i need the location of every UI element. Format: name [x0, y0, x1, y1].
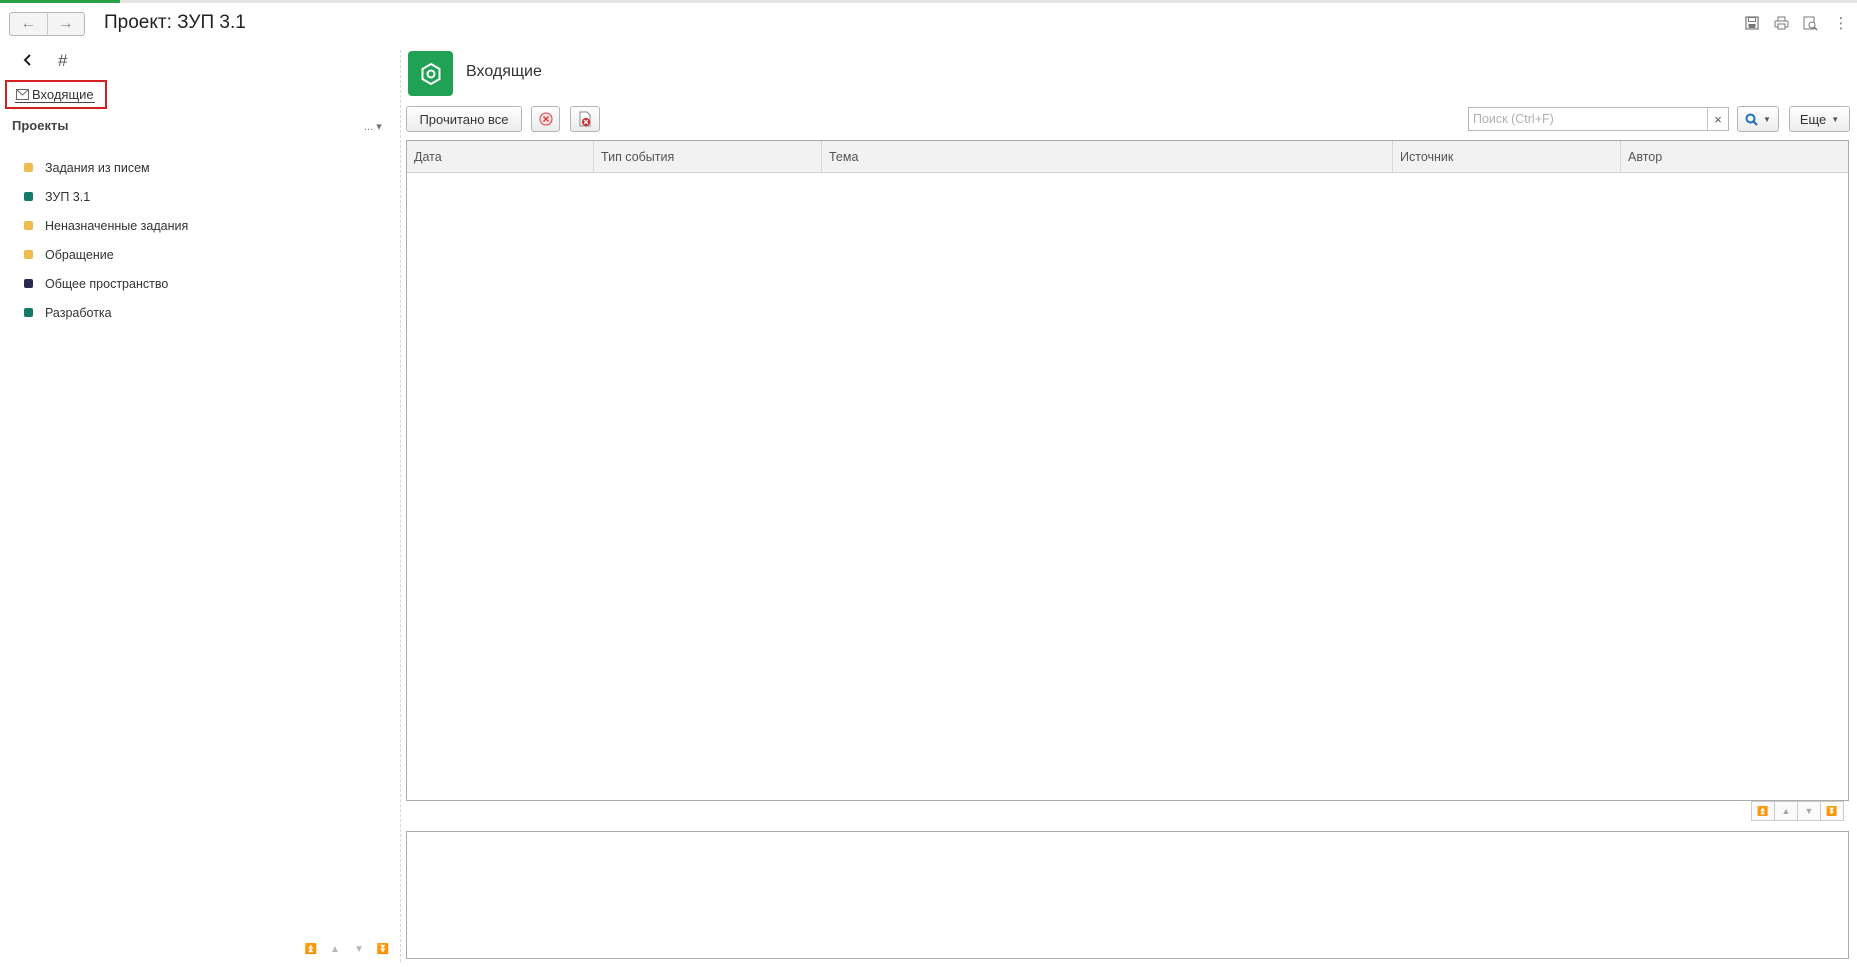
project-item[interactable]: Общее пространство: [24, 269, 188, 298]
active-tab-indicator: [0, 0, 120, 3]
search-icon: [1745, 113, 1758, 126]
hash-icon[interactable]: #: [58, 51, 67, 71]
projects-list: Задания из писем ЗУП 3.1 Неназначенные з…: [24, 153, 188, 327]
column-header-author[interactable]: Автор: [1621, 141, 1848, 172]
print-icon[interactable]: [1772, 14, 1790, 32]
more-button-label: Еще: [1799, 111, 1827, 127]
inbox-link-content: Входящие: [15, 87, 95, 103]
arrow-left-icon: ←: [20, 15, 37, 32]
column-header-subject[interactable]: Тема: [822, 141, 1393, 172]
section-icon: [408, 51, 453, 96]
window-top-strip: [0, 0, 1857, 3]
scroll-last-icon[interactable]: ⏬: [372, 940, 394, 958]
project-color-marker: [24, 250, 33, 259]
delete-document-button[interactable]: [570, 106, 600, 132]
table-up-icon[interactable]: ▲: [1774, 801, 1798, 821]
preview-icon[interactable]: [1801, 14, 1819, 32]
envelope-icon: [16, 88, 29, 100]
scroll-up-icon[interactable]: ▲: [324, 940, 346, 958]
delete-button[interactable]: [531, 106, 560, 132]
inbox-link[interactable]: Входящие: [5, 80, 107, 109]
scroll-first-icon[interactable]: ⏫: [300, 940, 322, 958]
project-color-marker: [24, 308, 33, 317]
clear-search-button[interactable]: ×: [1707, 108, 1728, 130]
project-label: Обращение: [45, 247, 114, 262]
column-header-date[interactable]: Дата: [407, 141, 594, 172]
table-first-icon[interactable]: ⏫: [1751, 801, 1775, 821]
project-label: Общее пространство: [45, 276, 169, 291]
search-button[interactable]: ▼: [1737, 106, 1779, 132]
project-label: Неназначенные задания: [45, 218, 189, 233]
project-item[interactable]: ЗУП 3.1: [24, 182, 188, 211]
table-scroll-controls: ⏫ ▲ ▼ ⏬: [1751, 801, 1844, 821]
projects-title: Проекты: [12, 118, 69, 133]
project-color-marker: [24, 163, 33, 172]
project-color-marker: [24, 192, 33, 201]
project-item[interactable]: Обращение: [24, 240, 188, 269]
navigation-buttons: ← →: [9, 12, 85, 36]
section-title: Входящие: [466, 63, 542, 80]
collapse-panel-button[interactable]: [20, 52, 36, 68]
forward-button[interactable]: →: [46, 13, 85, 35]
more-button[interactable]: Еще ▼: [1789, 106, 1850, 132]
project-item[interactable]: Разработка: [24, 298, 188, 327]
inbox-table[interactable]: Дата Тип события Тема Источник Автор: [406, 140, 1849, 801]
inbox-link-label: Входящие: [32, 86, 94, 102]
table-last-icon[interactable]: ⏬: [1820, 801, 1844, 821]
project-item[interactable]: Неназначенные задания: [24, 211, 188, 240]
scroll-down-icon[interactable]: ▼: [348, 940, 370, 958]
project-color-marker: [24, 221, 33, 230]
document-delete-icon: [579, 111, 591, 127]
back-button[interactable]: ←: [10, 13, 47, 35]
project-label: ЗУП 3.1: [45, 189, 91, 204]
search-input[interactable]: [1469, 108, 1707, 130]
panel-splitter[interactable]: [400, 50, 402, 962]
hexagon-nut-icon: [421, 62, 440, 85]
menu-kebab-icon[interactable]: ⋮: [1832, 14, 1850, 32]
project-color-marker: [24, 279, 33, 288]
sidebar-scroll-controls: ⏫ ▲ ▼ ⏬: [300, 940, 394, 958]
chevron-down-icon: ▼: [1831, 114, 1840, 124]
search-field: ×: [1468, 107, 1729, 131]
table-header: Дата Тип события Тема Источник Автор: [407, 141, 1848, 173]
table-down-icon[interactable]: ▼: [1797, 801, 1821, 821]
message-preview-pane[interactable]: [406, 831, 1849, 959]
save-icon[interactable]: [1743, 14, 1761, 32]
project-label: Задания из писем: [45, 160, 150, 175]
chevron-left-icon: [23, 54, 31, 66]
column-header-source[interactable]: Источник: [1393, 141, 1621, 172]
mark-all-read-button[interactable]: Прочитано все: [406, 106, 522, 132]
column-header-event-type[interactable]: Тип события: [594, 141, 822, 172]
project-item[interactable]: Задания из писем: [24, 153, 188, 182]
page-title: Проект: ЗУП 3.1: [104, 12, 246, 33]
project-label: Разработка: [45, 305, 112, 320]
arrow-right-icon: →: [57, 15, 74, 32]
chevron-down-icon: ▼: [1763, 114, 1771, 124]
projects-more-button[interactable]: ... ▾: [364, 120, 382, 133]
cancel-circle-icon: [539, 112, 552, 126]
